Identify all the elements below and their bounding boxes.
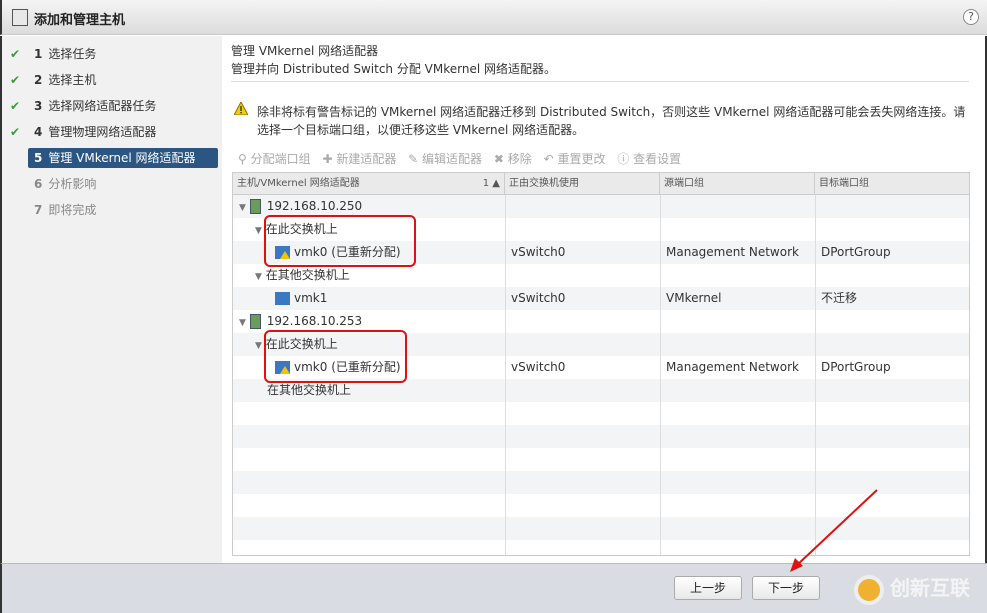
annotation-arrow xyxy=(790,489,878,572)
